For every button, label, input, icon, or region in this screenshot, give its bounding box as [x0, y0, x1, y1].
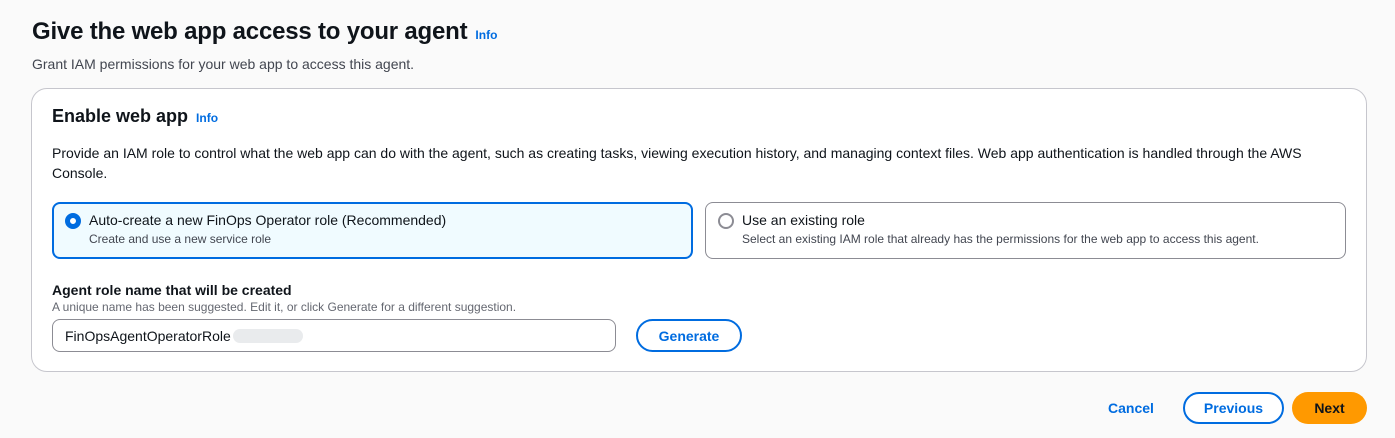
role-name-value: FinOpsAgentOperatorRole: [65, 327, 231, 344]
card-description: Provide an IAM role to control what the …: [52, 145, 1302, 181]
role-name-label: Agent role name that will be created: [52, 282, 292, 298]
cancel-button[interactable]: Cancel: [1098, 392, 1164, 424]
previous-button[interactable]: Previous: [1183, 392, 1284, 424]
role-option-label: Use an existing role: [742, 212, 865, 228]
enable-web-app-container: Enable web app Info Provide an IAM role …: [31, 88, 1367, 372]
generate-button[interactable]: Generate: [636, 319, 742, 352]
page-description: Grant IAM permissions for your web app t…: [32, 56, 415, 72]
next-button[interactable]: Next: [1292, 392, 1367, 424]
card-info-link[interactable]: Info: [196, 111, 218, 125]
radio-selected-icon[interactable]: [65, 213, 81, 229]
radio-unselected-icon[interactable]: [718, 213, 734, 229]
card-title: Enable web app: [52, 106, 189, 126]
role-option-description: Select an existing IAM role that already…: [742, 232, 1259, 246]
page-header: Give the web app access to your agent In…: [32, 18, 497, 72]
page-info-link[interactable]: Info: [475, 28, 497, 42]
role-name-description: A unique name has been suggested. Edit i…: [52, 300, 517, 314]
role-option-description: Create and use a new service role: [89, 232, 272, 246]
page-title: Give the web app access to your agent: [32, 18, 468, 45]
card-title-row: Enable web app Info: [52, 106, 218, 127]
role-name-input[interactable]: FinOpsAgentOperatorRole: [52, 319, 616, 352]
role-option-label: Auto-create a new FinOps Operator role (…: [89, 212, 447, 228]
role-option-auto-create[interactable]: Auto-create a new FinOps Operator role (…: [52, 202, 693, 259]
page-title-row: Give the web app access to your agent In…: [32, 18, 497, 46]
role-option-existing[interactable]: Use an existing role Select an existing …: [705, 202, 1346, 259]
redacted-suffix: [232, 328, 303, 343]
